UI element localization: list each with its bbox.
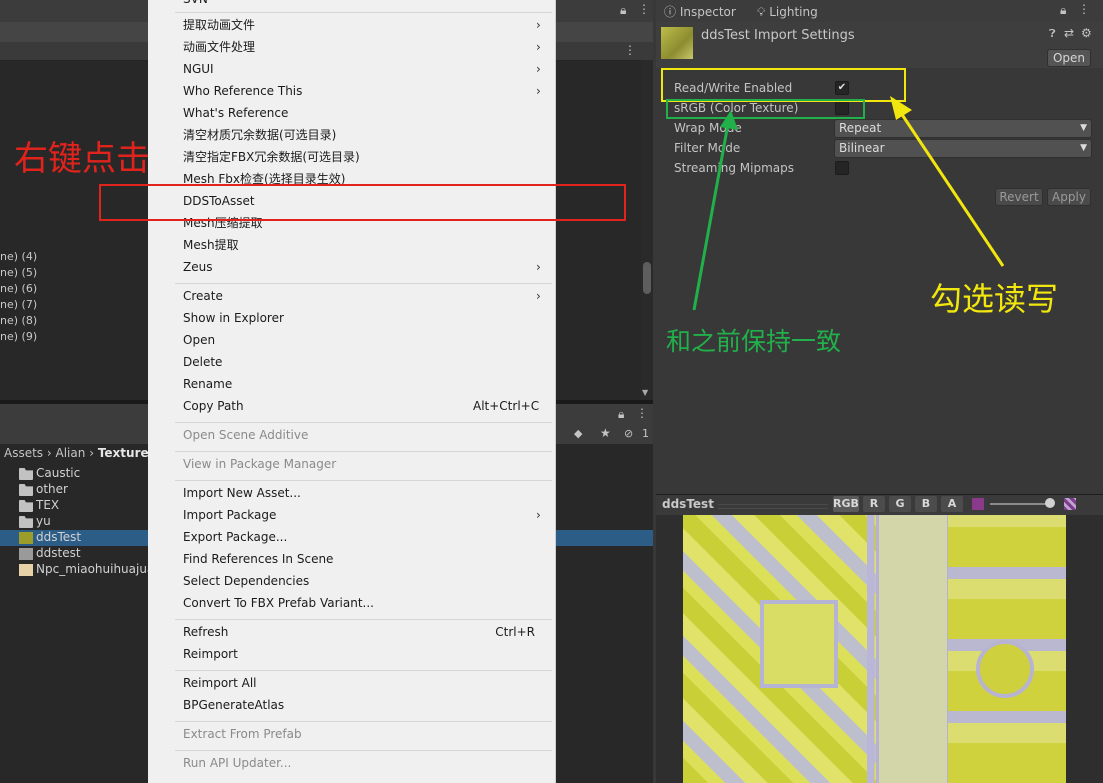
green-arrow-line <box>692 123 730 311</box>
yellow-arrow-line <box>897 109 1005 267</box>
yellow-arrow-head <box>890 96 912 120</box>
annotation-arrows <box>692 96 1005 311</box>
green-arrow-head <box>720 110 738 130</box>
